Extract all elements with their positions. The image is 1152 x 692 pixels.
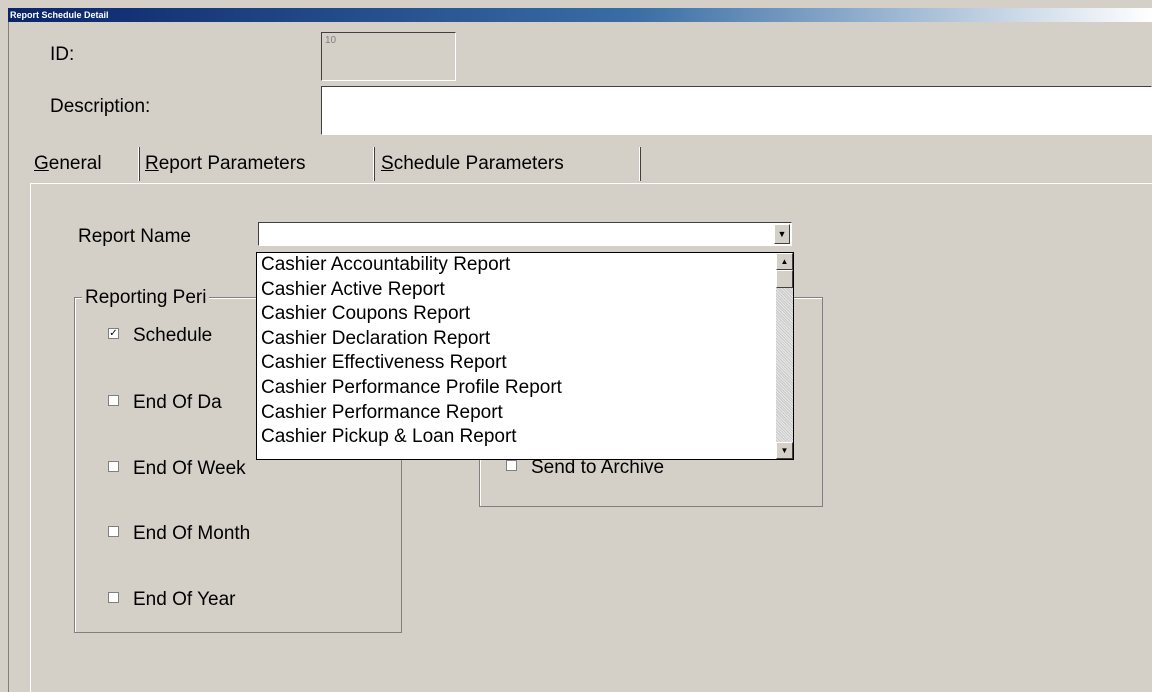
tab-panel-border [30, 183, 1152, 184]
scroll-up-arrow-icon[interactable]: ▲ [776, 253, 793, 270]
report-name-label: Report Name [78, 226, 191, 247]
dropdown-item[interactable]: Cashier Coupons Report [257, 302, 793, 327]
end-of-day-label: End Of Da [133, 392, 222, 413]
checkbox-icon [108, 592, 119, 604]
dropdown-item[interactable]: Cashier Accountability Report [257, 253, 793, 278]
scroll-down-arrow-icon[interactable]: ▼ [776, 442, 793, 459]
description-label: Description: [50, 96, 151, 117]
checkbox-icon [506, 460, 517, 472]
id-value: 10 [325, 35, 337, 46]
dropdown-item[interactable]: Cashier Declaration Report [257, 327, 793, 352]
tab-general-hotkey: G [34, 153, 49, 174]
tab-schedule-parameters-hotkey: S [381, 153, 394, 174]
tab-panel-border [30, 183, 31, 692]
checkbox-icon [108, 526, 119, 538]
tab-report-parameters[interactable]: Report Parameters [141, 147, 310, 181]
tab-report-parameters-label: eport Parameters [158, 153, 306, 174]
id-field: 10 [321, 32, 456, 81]
dropdown-scrollbar[interactable]: ▲ ▼ [776, 253, 793, 459]
description-input[interactable] [321, 86, 1152, 135]
end-of-month-label: End Of Month [133, 523, 251, 544]
window-left-border [8, 22, 9, 692]
send-to-archive-label: Send to Archive [531, 457, 665, 478]
tab-separator [138, 147, 140, 181]
scroll-thumb[interactable] [776, 270, 793, 288]
dropdown-item[interactable]: Cashier Performance Report [257, 401, 793, 426]
chevron-down-icon[interactable]: ▼ [774, 224, 790, 244]
send-to-archive-checkbox[interactable]: Send to Archive [506, 457, 664, 479]
checkmark-icon: ✓ [108, 328, 119, 340]
end-of-year-label: End Of Year [133, 589, 236, 610]
tab-general-label: eneral [48, 153, 102, 174]
report-name-dropdown-list[interactable]: Cashier Accountability Report Cashier Ac… [256, 252, 794, 460]
id-label: ID: [50, 44, 75, 65]
end-of-day-checkbox[interactable]: End Of Da [108, 392, 222, 414]
reporting-period-title: Reporting Peri [82, 287, 210, 309]
end-of-week-checkbox[interactable]: End Of Week [108, 458, 246, 480]
end-of-year-checkbox[interactable]: End Of Year [108, 589, 235, 611]
dropdown-item[interactable]: Cashier Effectiveness Report [257, 351, 793, 376]
tab-schedule-parameters[interactable]: Schedule Parameters [377, 147, 568, 181]
window-title: Report Schedule Detail [8, 8, 1152, 22]
tab-report-parameters-hotkey: R [145, 153, 159, 174]
tab-general[interactable]: General [30, 147, 106, 181]
schedule-label: Schedule [133, 325, 213, 346]
tab-schedule-parameters-label: chedule Parameters [393, 153, 564, 174]
end-of-week-label: End Of Week [133, 458, 246, 479]
dropdown-item[interactable]: Cashier Performance Profile Report [257, 376, 793, 401]
report-name-combobox[interactable]: ▼ [258, 222, 792, 246]
checkbox-icon [108, 395, 119, 407]
tab-separator [373, 147, 375, 181]
dropdown-item[interactable]: Cashier Pickup & Loan Report [257, 425, 793, 450]
tab-separator [639, 147, 641, 181]
end-of-month-checkbox[interactable]: End Of Month [108, 523, 250, 545]
checkbox-icon [108, 461, 119, 473]
dropdown-item[interactable]: Cashier Active Report [257, 278, 793, 303]
schedule-checkbox[interactable]: ✓ Schedule [108, 325, 212, 347]
